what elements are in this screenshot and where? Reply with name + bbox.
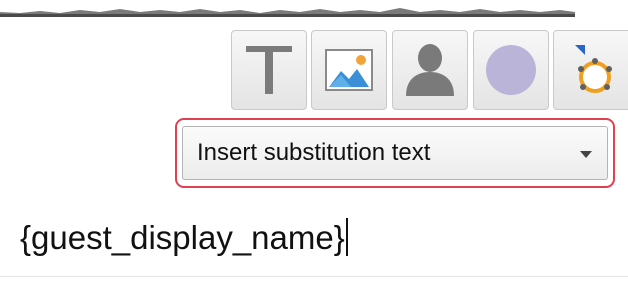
substitution-text-select[interactable]: Insert substitution text bbox=[182, 126, 608, 180]
insert-user-button[interactable] bbox=[392, 30, 468, 110]
user-silhouette-icon bbox=[406, 44, 454, 96]
text-t-icon bbox=[246, 46, 292, 94]
text-caret bbox=[345, 218, 348, 256]
insert-circle-button[interactable] bbox=[473, 30, 549, 110]
select-selected-value: Insert substitution text bbox=[197, 139, 431, 166]
editor-panel: Insert substitution text {guest_display_… bbox=[0, 0, 628, 281]
chevron-down-icon bbox=[580, 151, 592, 158]
image-icon bbox=[325, 49, 373, 91]
editor-divider bbox=[0, 276, 628, 277]
editor-content: {guest_display_name} bbox=[20, 218, 348, 257]
text-editor[interactable]: {guest_display_name} bbox=[0, 196, 628, 272]
editor-text-value: {guest_display_name} bbox=[20, 219, 345, 256]
top-ruler-strip bbox=[0, 8, 575, 17]
insert-shape-button[interactable] bbox=[553, 30, 628, 110]
circle-icon bbox=[486, 45, 536, 95]
insert-text-button[interactable] bbox=[231, 30, 307, 110]
insert-image-button[interactable] bbox=[311, 30, 387, 110]
shape-gear-icon bbox=[575, 45, 612, 93]
